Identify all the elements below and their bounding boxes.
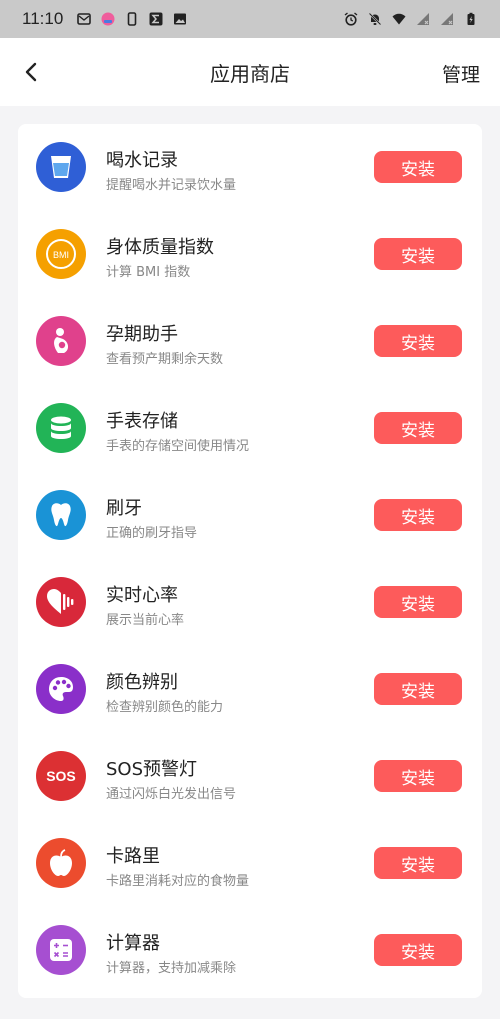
water-cup-icon <box>36 142 86 192</box>
list-item: 孕期助手 查看预产期剩余天数 安装 <box>18 298 482 385</box>
mail-icon <box>77 13 92 25</box>
app-name: 卡路里 <box>106 846 160 867</box>
app-description: 手表的存储空间使用情况 <box>106 439 250 454</box>
app-name: SOS预警灯 <box>106 759 198 780</box>
list-item: 卡路里 卡路里消耗对应的食物量 安装 <box>18 820 482 907</box>
image-icon <box>174 13 187 25</box>
app-description: 提醒喝水并记录饮水量 <box>106 178 237 193</box>
app-name: 颜色辨别 <box>106 672 178 693</box>
app-name: 孕期助手 <box>106 324 178 345</box>
database-icon <box>36 403 86 453</box>
back-button[interactable] <box>18 58 44 86</box>
sos-icon: SOS <box>36 751 86 801</box>
install-button[interactable]: 安装 <box>374 325 462 357</box>
app-description: 通过闪烁白光发出信号 <box>106 787 237 802</box>
app-header: 应用商店 管理 <box>0 38 500 106</box>
app-name: 喝水记录 <box>106 150 178 171</box>
list-item: 手表存储 手表的存储空间使用情况 安装 <box>18 385 482 472</box>
app-description: 检查辨别颜色的能力 <box>106 700 224 715</box>
app-description: 计算 BMI 指数 <box>106 265 191 280</box>
list-item: 喝水记录 提醒喝水并记录饮水量 安装 <box>18 124 482 211</box>
install-button[interactable]: 安装 <box>374 586 462 618</box>
app-notification-icon <box>101 12 115 26</box>
list-item: 计算器 计算器，支持加减乘除 安装 <box>18 907 482 994</box>
list-item: 实时心率 展示当前心率 安装 <box>18 559 482 646</box>
list-item: 刷牙 正确的刷牙指导 安装 <box>18 472 482 559</box>
palette-icon <box>36 664 86 714</box>
wifi-icon <box>392 13 406 25</box>
app-list: 喝水记录 提醒喝水并记录饮水量 安装 BMI 身体质量指数 计算 BMI 指数 … <box>18 124 482 998</box>
heart-rate-icon <box>36 577 86 627</box>
list-item: BMI 身体质量指数 计算 BMI 指数 安装 <box>18 211 482 298</box>
app-name: 手表存储 <box>106 411 178 432</box>
list-item: SOS SOS预警灯 通过闪烁白光发出信号 安装 <box>18 733 482 820</box>
phone-icon <box>127 12 137 26</box>
install-button[interactable]: 安装 <box>374 934 462 966</box>
bmi-label: BMI <box>53 250 69 260</box>
page-title: 应用商店 <box>210 61 290 86</box>
list-item: 颜色辨别 检查辨别颜色的能力 安装 <box>18 646 482 733</box>
status-bar: 11:10 <box>0 0 500 38</box>
app-description: 卡路里消耗对应的食物量 <box>106 874 250 889</box>
install-button[interactable]: 安装 <box>374 847 462 879</box>
app-description: 展示当前心率 <box>106 613 185 628</box>
status-time: 11:10 <box>22 9 64 28</box>
bmi-gauge-icon: BMI <box>36 229 86 279</box>
manage-button[interactable]: 管理 <box>442 60 480 87</box>
app-description: 计算器，支持加减乘除 <box>106 961 237 976</box>
apple-icon <box>36 838 86 888</box>
no-signal-icon-2 <box>441 13 453 25</box>
install-button[interactable]: 安装 <box>374 238 462 270</box>
app-name: 实时心率 <box>106 585 178 606</box>
tooth-icon <box>36 490 86 540</box>
app-description: 查看预产期剩余天数 <box>106 352 224 367</box>
install-button[interactable]: 安装 <box>374 412 462 444</box>
sos-label: SOS <box>46 768 76 784</box>
no-signal-icon <box>417 13 429 25</box>
battery-icon <box>467 12 475 25</box>
install-button[interactable]: 安装 <box>374 499 462 531</box>
calculator-icon <box>36 925 86 975</box>
install-button[interactable]: 安装 <box>374 673 462 705</box>
app-name: 身体质量指数 <box>106 237 214 258</box>
app-description: 正确的刷牙指导 <box>106 526 198 541</box>
mute-bell-icon <box>368 12 382 26</box>
app-name: 刷牙 <box>106 498 142 519</box>
install-button[interactable]: 安装 <box>374 760 462 792</box>
install-button[interactable]: 安装 <box>374 151 462 183</box>
app-name: 计算器 <box>106 933 160 954</box>
alarm-icon <box>344 12 358 26</box>
sigma-icon <box>149 12 163 26</box>
pregnancy-icon <box>36 316 86 366</box>
chevron-left-icon <box>25 62 37 82</box>
